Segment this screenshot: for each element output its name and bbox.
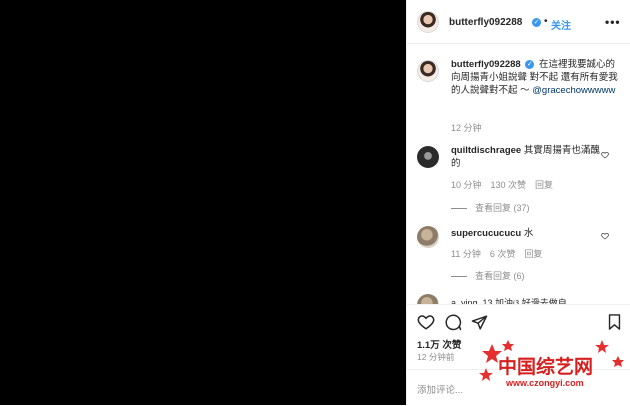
verified-badge-icon: ✓: [532, 18, 541, 27]
comment-like-icon[interactable]: [601, 232, 609, 240]
view-replies-button[interactable]: 查看回复 (6): [451, 269, 525, 282]
view-replies-label[interactable]: 查看回复 (6): [475, 271, 525, 281]
comment-bubble-icon[interactable]: [444, 313, 462, 331]
caption-avatar[interactable]: [417, 60, 439, 82]
watermark-url: www.czongyi.com: [506, 378, 584, 388]
heart-icon[interactable]: [417, 313, 435, 331]
comment-input[interactable]: 添加评论...: [417, 382, 463, 396]
author-avatar[interactable]: [417, 11, 439, 33]
comment-time[interactable]: 10 分钟: [451, 180, 482, 190]
author-username[interactable]: butterfly092288: [449, 17, 522, 28]
share-icon[interactable]: [471, 314, 488, 331]
comment-likes[interactable]: 6 次赞: [490, 249, 516, 259]
replies-divider: [451, 276, 467, 278]
follow-button[interactable]: 关注: [551, 17, 571, 32]
view-replies-button[interactable]: 查看回复 (37): [451, 201, 530, 214]
comment-avatar[interactable]: [417, 146, 439, 168]
comment-username[interactable]: quiltdischragee: [451, 145, 521, 156]
comment-reply-button[interactable]: 回复: [524, 249, 542, 259]
comment-body: quiltdischragee 其實周揚青也滿醜的: [451, 144, 601, 170]
comment-username[interactable]: supercucucucu: [451, 228, 521, 239]
like-count[interactable]: 1.1万 次赞: [417, 337, 461, 351]
caption-verified-icon: ✓: [525, 59, 535, 69]
post-time[interactable]: 12 分钟前: [417, 351, 454, 363]
post-header: butterfly092288 ✓ • 关注 •••: [407, 0, 630, 44]
caption-mention-link[interactable]: @gracechowwwww: [532, 85, 615, 96]
separator-dot: •: [544, 16, 548, 27]
comment-body: supercucucucu 水: [451, 227, 601, 240]
comment-likes[interactable]: 130 次赞: [491, 180, 527, 190]
caption-body: butterfly092288 ✓ 在這裡我要誠心的向周揚青小姐說聲 對不起 還…: [451, 58, 621, 97]
caption-time[interactable]: 12 分钟: [451, 121, 482, 134]
post-media[interactable]: [0, 0, 406, 405]
caption-username[interactable]: butterfly092288: [451, 59, 521, 70]
more-options-icon[interactable]: •••: [605, 15, 621, 29]
view-replies-label[interactable]: 查看回复 (37): [475, 203, 530, 213]
comment-reply-button[interactable]: 回复: [535, 180, 553, 190]
replies-divider: [451, 208, 467, 210]
bookmark-icon[interactable]: [606, 313, 623, 331]
comment-like-icon[interactable]: [601, 151, 609, 159]
comment-time[interactable]: 11 分钟: [451, 249, 481, 259]
comment-meta: 10 分钟 130 次赞 回复: [451, 178, 562, 191]
watermark-title: 中国综艺网: [498, 356, 594, 378]
comment-text: 水: [523, 228, 534, 239]
site-watermark: 中国综艺网 www.czongyi.com: [478, 338, 630, 398]
comment-avatar[interactable]: [417, 226, 439, 248]
comment-meta: 11 分钟 6 次赞 回复: [451, 247, 551, 260]
